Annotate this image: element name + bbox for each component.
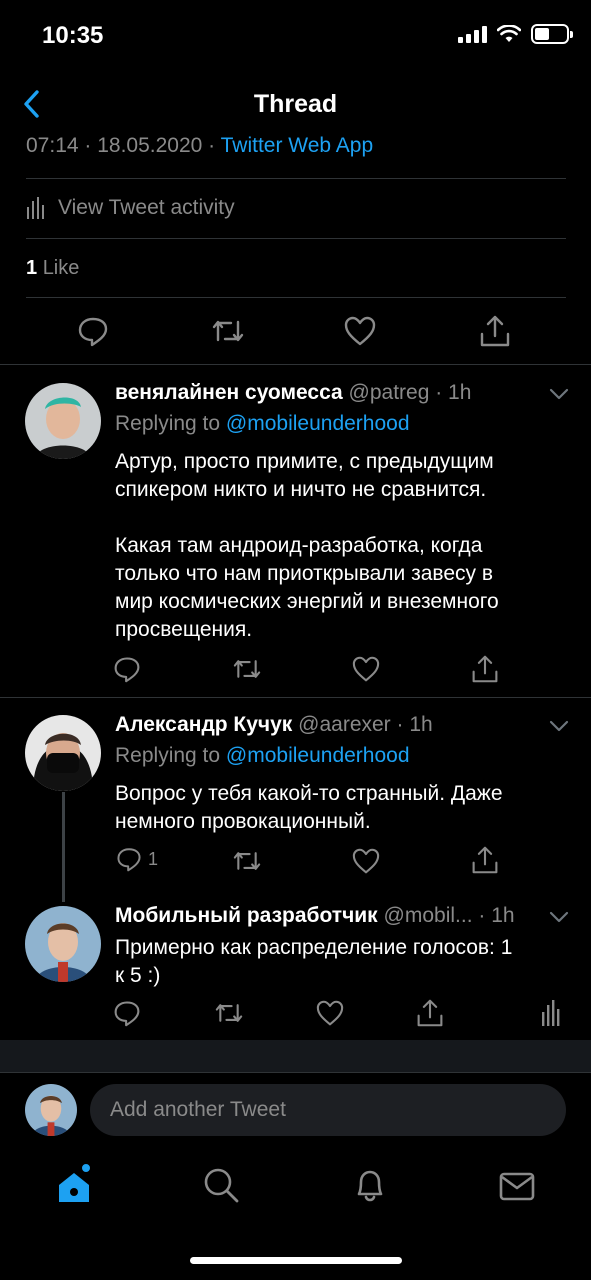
like-icon[interactable] — [344, 316, 376, 346]
replying-to-label: Replying to — [115, 412, 221, 435]
share-icon[interactable] — [471, 654, 499, 684]
analytics-icon[interactable] — [542, 1000, 560, 1026]
status-bar: 10:35 — [0, 0, 591, 72]
user-name[interactable]: Александр Кучук — [115, 713, 292, 736]
chevron-down-icon[interactable] — [548, 719, 570, 733]
retweet-icon[interactable] — [232, 848, 262, 874]
avatar[interactable] — [25, 715, 101, 791]
divider — [26, 238, 566, 239]
share-icon[interactable] — [416, 998, 444, 1028]
reply-icon — [117, 848, 141, 872]
user-handle: @mobil... · 1h — [383, 904, 515, 927]
thread-end-band — [0, 1040, 591, 1072]
mention-link[interactable]: @mobileunderhood — [226, 744, 410, 767]
retweet-icon[interactable] — [232, 656, 262, 682]
share-icon[interactable] — [479, 314, 511, 348]
cellular-signal-icon — [458, 25, 487, 43]
divider — [0, 697, 591, 698]
reply-header: Александр Кучук @aarexer · 1h — [115, 713, 433, 737]
replying-to: Replying to @mobileunderhood — [115, 412, 410, 436]
page-title: Thread — [253, 90, 338, 118]
user-avatar-image — [25, 1084, 77, 1136]
nav-bar: Thread — [0, 72, 591, 136]
wifi-icon — [497, 25, 521, 42]
current-user-avatar[interactable] — [25, 1084, 77, 1136]
view-tweet-activity[interactable]: View Tweet activity — [26, 196, 235, 220]
add-tweet-input[interactable]: Add another Tweet — [90, 1084, 566, 1136]
chevron-down-icon[interactable] — [548, 387, 570, 401]
search-icon[interactable] — [202, 1166, 240, 1204]
user-handle: @aarexer · 1h — [298, 713, 433, 736]
tweet-text: Примерно как распределение голосов: 1 к … — [115, 936, 513, 987]
activity-label: View Tweet activity — [58, 196, 235, 219]
mention-link[interactable]: @mobileunderhood — [226, 412, 410, 435]
likes-number: 1 — [26, 257, 38, 279]
avatar[interactable] — [25, 906, 101, 982]
reply-count: 1 — [148, 848, 159, 869]
divider — [26, 178, 566, 179]
user-name[interactable]: венялайнен суомесса — [115, 381, 343, 404]
chevron-down-icon[interactable] — [548, 910, 570, 924]
reply-header: Мобильный разработчик @mobil... · 1h — [115, 904, 515, 928]
like-icon[interactable] — [352, 656, 380, 682]
divider — [26, 297, 566, 298]
messages-envelope-icon[interactable] — [498, 1168, 536, 1206]
likes-label: Like — [42, 257, 80, 279]
user-name[interactable]: Мобильный разработчик — [115, 904, 378, 927]
reply-header: венялайнен суомесса @patreg · 1h — [115, 381, 471, 405]
user-avatar-image — [25, 906, 101, 982]
reply-icon[interactable] — [77, 315, 109, 347]
divider — [0, 364, 591, 365]
reply-button[interactable]: 1 — [116, 846, 158, 872]
reply-icon[interactable] — [113, 999, 141, 1027]
replying-to-label: Replying to — [115, 744, 221, 767]
notifications-bell-icon[interactable] — [351, 1166, 389, 1204]
likes-count[interactable]: 1 Like — [26, 257, 79, 280]
home-notification-dot — [80, 1162, 92, 1174]
tweet-text: Артур, просто примите, с предыдущим спик… — [115, 450, 499, 641]
tweet-client-link[interactable]: Twitter Web App — [221, 134, 374, 157]
reply-icon[interactable] — [113, 655, 141, 683]
tweet-timestamp: 07:14 · 18.05.2020 · — [26, 134, 216, 157]
avatar[interactable] — [25, 383, 101, 459]
like-icon[interactable] — [316, 1000, 344, 1026]
battery-icon — [531, 24, 573, 44]
thread-connector-line — [62, 792, 65, 902]
status-time: 10:35 — [42, 22, 104, 49]
retweet-icon[interactable] — [211, 316, 245, 346]
user-handle: @patreg · 1h — [348, 381, 472, 404]
user-avatar-image — [25, 383, 101, 459]
retweet-icon[interactable] — [214, 1000, 244, 1026]
home-indicator[interactable] — [190, 1257, 402, 1264]
user-avatar-image — [25, 715, 101, 791]
divider — [0, 1072, 591, 1073]
like-icon[interactable] — [352, 848, 380, 874]
replying-to: Replying to @mobileunderhood — [115, 744, 410, 768]
tweet-text: Вопрос у тебя какой-то странный. Даже не… — [115, 782, 503, 833]
analytics-icon — [27, 197, 44, 219]
share-icon[interactable] — [471, 845, 499, 875]
tweet-timestamp-line: 07:14 · 18.05.2020 · Twitter Web App — [26, 134, 373, 158]
status-icons — [458, 24, 573, 44]
